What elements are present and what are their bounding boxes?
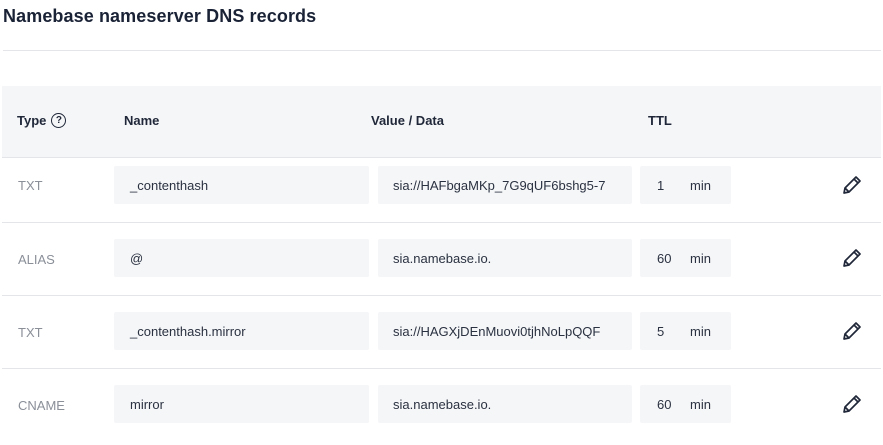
ttl-value: 5	[657, 323, 665, 339]
table-row: TXT _contenthash.mirror sia://HAGXjDEnMu…	[2, 296, 881, 369]
record-value-field[interactable]: sia://HAFbgaMKp_7G9qUF6bshg5-7	[378, 166, 632, 204]
ttl-unit: min	[690, 250, 711, 266]
record-ttl-field[interactable]: 60 min	[640, 239, 731, 277]
title-divider	[3, 50, 881, 51]
record-ttl-field[interactable]: 1 min	[640, 166, 731, 204]
page-title: Namebase nameserver DNS records	[3, 6, 317, 26]
ttl-unit: min	[690, 396, 711, 412]
record-value-field[interactable]: sia.namebase.io.	[378, 239, 632, 277]
record-type: TXT	[18, 177, 43, 193]
name-column-header: Name	[124, 113, 160, 128]
record-ttl-field[interactable]: 5 min	[640, 312, 731, 350]
record-name-field[interactable]: mirror	[114, 385, 369, 423]
pencil-icon[interactable]	[840, 392, 864, 416]
table-row: TXT _contenthash sia://HAFbgaMKp_7G9qUF6…	[2, 158, 881, 223]
ttl-column-header: TTL	[648, 113, 672, 128]
record-value-field[interactable]: sia.namebase.io.	[378, 385, 632, 423]
record-type: TXT	[18, 324, 43, 340]
record-value-field[interactable]: sia://HAGXjDEnMuovi0tjhNoLpQQF	[378, 312, 632, 350]
record-name-field[interactable]: @	[114, 239, 369, 277]
pencil-icon[interactable]	[840, 319, 864, 343]
table-row: ALIAS @ sia.namebase.io. 60 min	[2, 223, 881, 296]
dns-records-table: Type ? Name Value / Data TTL TXT _conten…	[2, 86, 881, 441]
ttl-value: 60	[657, 396, 672, 412]
ttl-value: 60	[657, 250, 672, 266]
ttl-unit: min	[690, 323, 711, 339]
ttl-unit: min	[690, 177, 711, 193]
pencil-icon[interactable]	[840, 246, 864, 270]
record-name-field[interactable]: _contenthash	[114, 166, 369, 204]
value-column-header: Value / Data	[371, 113, 444, 128]
record-ttl-field[interactable]: 60 min	[640, 385, 731, 423]
record-type: ALIAS	[18, 251, 55, 267]
record-name-field[interactable]: _contenthash.mirror	[114, 312, 369, 350]
table-row: CNAME mirror sia.namebase.io. 60 min	[2, 369, 881, 441]
question-circle-icon[interactable]: ?	[51, 113, 67, 128]
pencil-icon[interactable]	[840, 173, 864, 197]
type-header-label: Type	[17, 113, 47, 128]
type-column-header: Type ?	[17, 113, 67, 128]
record-type: CNAME	[18, 397, 65, 413]
ttl-value: 1	[657, 177, 665, 193]
table-header: Type ? Name Value / Data TTL	[2, 86, 881, 158]
